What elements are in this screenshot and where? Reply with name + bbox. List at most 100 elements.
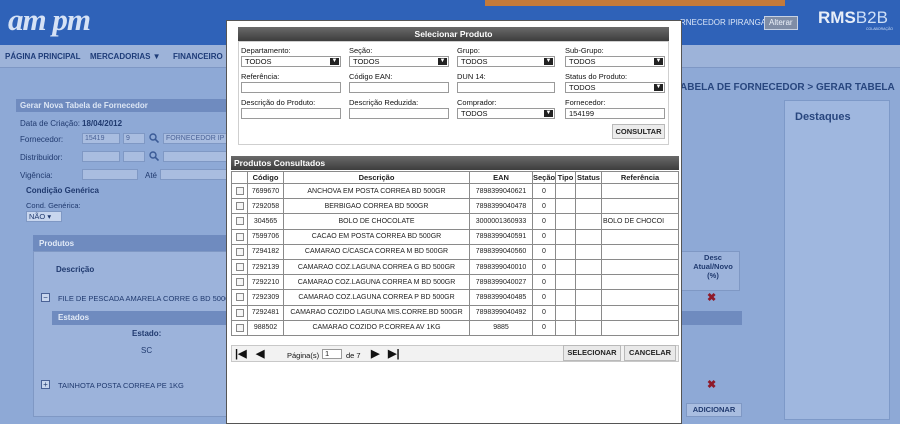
consultar-button[interactable]: CONSULTAR xyxy=(612,124,665,139)
cell-referencia xyxy=(601,274,679,291)
expand-icon[interactable]: + xyxy=(41,380,50,389)
col-descricao[interactable]: Descrição xyxy=(283,171,470,184)
col-ean[interactable]: EAN xyxy=(469,171,533,184)
distribuidor-code-field[interactable] xyxy=(82,151,120,162)
vigencia-label: Vigência: xyxy=(20,171,53,180)
distribuidor-digit-field[interactable] xyxy=(123,151,145,162)
col-referencia[interactable]: Referência xyxy=(601,171,679,184)
cell-tipo xyxy=(555,182,576,200)
cell-checkbox xyxy=(231,274,248,291)
produto-row-2: TAINHOTA POSTA CORREA PE 1KG xyxy=(58,381,184,390)
nav-pagina-principal[interactable]: PÁGINA PRINCIPAL xyxy=(5,52,81,61)
created-label: Data de Criação: xyxy=(20,119,81,128)
result-row[interactable]: 7292309 CAMARAO COZ.LAGUNA CORREA P BD 50… xyxy=(231,289,679,306)
cell-tipo xyxy=(555,319,576,336)
row-checkbox[interactable] xyxy=(235,202,244,211)
page-input[interactable]: 1 xyxy=(322,349,342,359)
cell-descricao: CAMARAO COZIDO P.CORREA AV 1KG xyxy=(283,319,470,336)
secao-select[interactable]: TODOS ▼ xyxy=(349,56,449,67)
referencia-input[interactable] xyxy=(241,82,341,93)
result-row[interactable]: 7699670 ANCHOVA EM POSTA CORREA BD 500GR 7… xyxy=(231,182,679,200)
subgrupo-select[interactable]: TODOS ▼ xyxy=(565,56,665,67)
cell-referencia: BOLO DE CHOCOI xyxy=(601,213,679,230)
result-row[interactable]: 988502 CAMARAO COZIDO P.CORREA AV 1KG 9885… xyxy=(231,319,679,336)
header-accent-strip xyxy=(485,0,785,6)
col-secao[interactable]: Seção xyxy=(532,171,556,184)
fornecedor-name-field: FORNECEDOR IP xyxy=(163,133,230,144)
result-row[interactable]: 7292481 CAMARAO COZIDO LAGUNA MIS.CORRE.B… xyxy=(231,304,679,321)
row-checkbox[interactable] xyxy=(235,293,244,302)
cell-tipo xyxy=(555,304,576,321)
status-select[interactable]: TODOS ▼ xyxy=(565,82,665,93)
cell-ean: 7898399040485 xyxy=(469,289,533,306)
dun-input[interactable] xyxy=(457,82,555,93)
cell-referencia xyxy=(601,258,679,276)
vigencia-end-field[interactable] xyxy=(160,169,230,180)
next-page-icon[interactable]: ▶ xyxy=(371,348,379,360)
alterar-button[interactable]: Alterar xyxy=(764,16,798,30)
chevron-down-icon: ▼ xyxy=(654,58,663,65)
cell-descricao: ANCHOVA EM POSTA CORREA BD 500GR xyxy=(283,182,470,200)
result-row[interactable]: 7292058 BERBIGAO CORREA BD 500GR 789839904… xyxy=(231,198,679,215)
row-checkbox[interactable] xyxy=(235,308,244,317)
cell-ean: 3000001360933 xyxy=(469,213,533,230)
row-checkbox[interactable] xyxy=(235,278,244,287)
cell-tipo xyxy=(555,274,576,291)
col-status[interactable]: Status xyxy=(575,171,602,184)
row-checkbox[interactable] xyxy=(235,187,244,196)
fornecedor-code-field[interactable]: 15419 xyxy=(82,133,120,144)
cell-referencia xyxy=(601,243,679,260)
search-icon[interactable] xyxy=(149,151,159,161)
fornecedor-digit-field[interactable]: 9 xyxy=(123,133,145,144)
cell-checkbox xyxy=(231,304,248,321)
result-row[interactable]: 7292139 CAMARAO COZ.LAGUNA CORREA G BD 50… xyxy=(231,258,679,276)
remove-icon[interactable]: ✖ xyxy=(707,291,716,304)
cell-ean: 7898399040560 xyxy=(469,243,533,260)
row-checkbox[interactable] xyxy=(235,323,244,332)
nav-mercadorias[interactable]: MERCADORIAS ▼ xyxy=(90,52,161,61)
rms-subtitle: COLABORAÇÃO xyxy=(866,27,894,31)
cancelar-button[interactable]: CANCELAR xyxy=(624,345,676,361)
row-checkbox[interactable] xyxy=(235,232,244,241)
first-page-icon[interactable]: |◀ xyxy=(235,348,247,360)
descricao-input[interactable] xyxy=(241,108,341,119)
result-row[interactable]: 7599706 CACAO EM POSTA CORREA BD 500GR 789… xyxy=(231,228,679,245)
search-icon[interactable] xyxy=(149,133,159,143)
cell-ean: 7898399040591 xyxy=(469,228,533,245)
created-value: 18/04/2012 xyxy=(82,119,123,128)
estados-title: Estados xyxy=(52,311,228,325)
condicao-generica-select[interactable]: NÃO ▾ xyxy=(26,211,62,222)
results-title: Produtos Consultados xyxy=(231,156,679,170)
row-checkbox[interactable] xyxy=(235,217,244,226)
nav-financeiro[interactable]: FINANCEIRO ▼ xyxy=(173,52,233,61)
result-row[interactable]: 304565 BOLO DE CHOCOLATE 3000001360933 0 BOL… xyxy=(231,213,679,230)
distribuidor-name-field xyxy=(163,151,230,162)
vigencia-start-field[interactable] xyxy=(82,169,138,180)
rms-b2b-logo: RMSB2B xyxy=(818,8,888,27)
cell-checkbox xyxy=(231,228,248,245)
last-page-icon[interactable]: ▶| xyxy=(388,348,400,360)
chevron-down-icon: ▼ xyxy=(330,58,339,65)
departamento-select[interactable]: TODOS ▼ xyxy=(241,56,341,67)
ean-input[interactable] xyxy=(349,82,449,93)
comprador-select[interactable]: TODOS ▼ xyxy=(457,108,555,119)
collapse-icon[interactable]: − xyxy=(41,293,50,302)
row-checkbox[interactable] xyxy=(235,247,244,256)
row-checkbox[interactable] xyxy=(235,263,244,272)
selecionar-button[interactable]: SELECIONAR xyxy=(563,345,621,361)
result-row[interactable]: 7292210 CAMARAO COZ.LAGUNA CORREA M BD 50… xyxy=(231,274,679,291)
grupo-select[interactable]: TODOS ▼ xyxy=(457,56,555,67)
cell-secao: 0 xyxy=(532,228,556,245)
desc-reduzida-input[interactable] xyxy=(349,108,449,119)
col-codigo[interactable]: Código xyxy=(247,171,284,184)
remove-icon[interactable]: ✖ xyxy=(707,378,716,391)
col-tipo[interactable]: Tipo xyxy=(555,171,576,184)
cell-descricao: BERBIGAO CORREA BD 500GR xyxy=(283,198,470,215)
cell-tipo xyxy=(555,258,576,276)
modal-title: Selecionar Produto xyxy=(238,27,669,41)
adicionar-button[interactable]: ADICIONAR xyxy=(686,403,742,417)
estado-column-header: Estado: xyxy=(132,329,162,338)
prev-page-icon[interactable]: ◀ xyxy=(256,348,264,360)
result-row[interactable]: 7294182 CAMARAO C/CASCA CORREA M BD 500GR… xyxy=(231,243,679,260)
fornecedor-input[interactable]: 154199 xyxy=(565,108,665,119)
